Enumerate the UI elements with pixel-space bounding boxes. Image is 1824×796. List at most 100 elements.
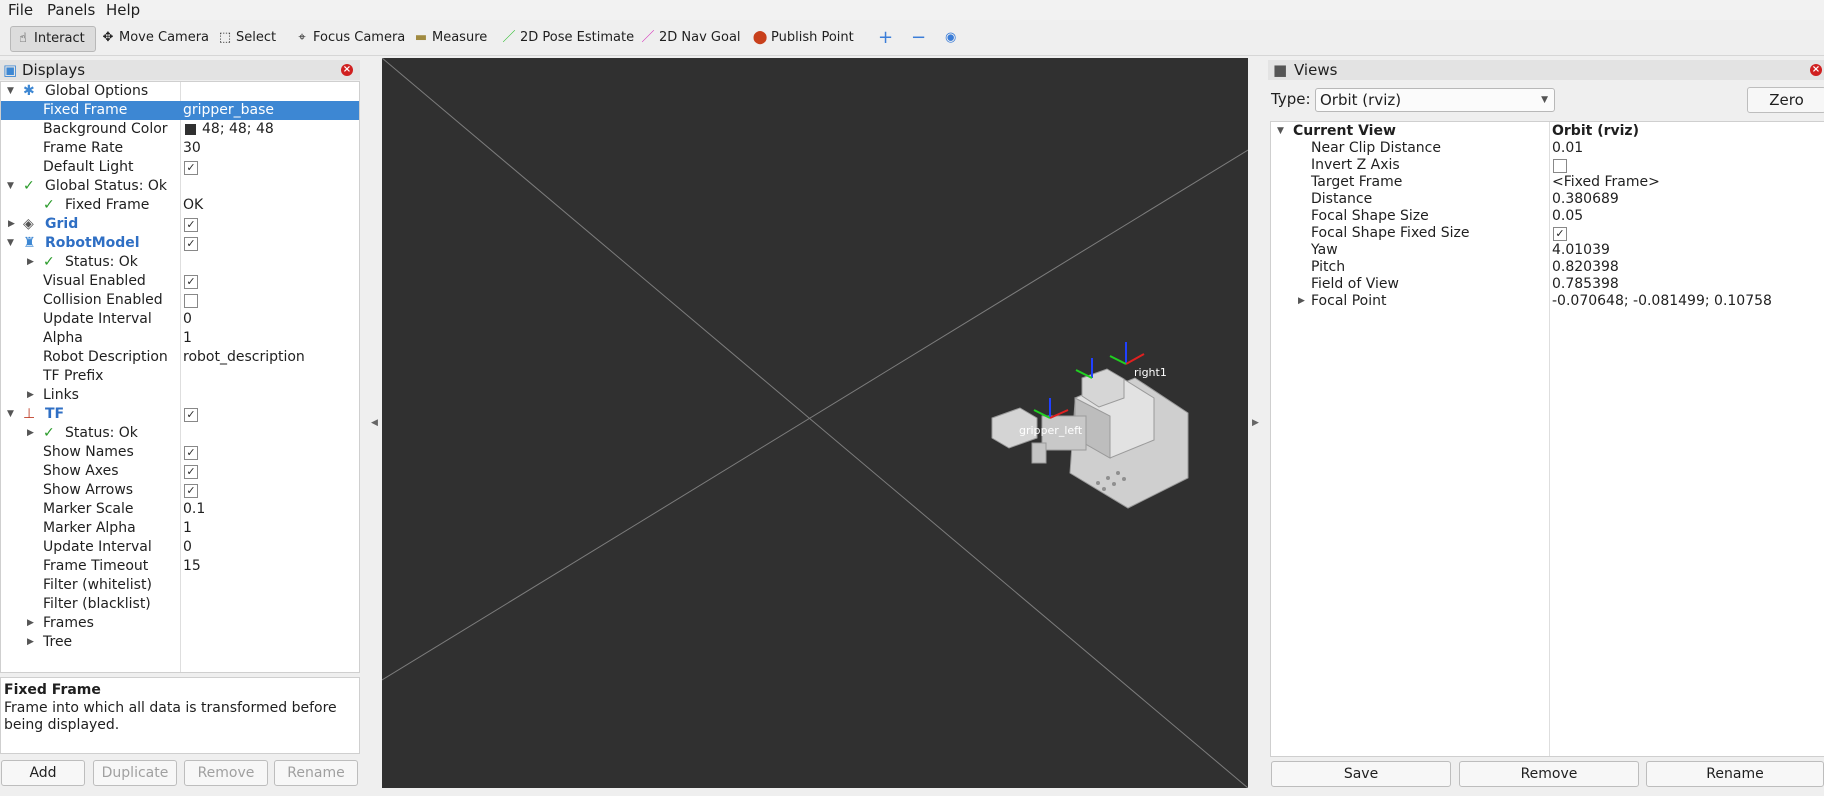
tree-row-marker-alpha[interactable]: Marker Alpha 1 — [1, 519, 359, 538]
checkbox-checked[interactable]: ✓ — [184, 218, 198, 232]
view-row-focal-shape-fixed[interactable]: Focal Shape Fixed Size ✓ — [1271, 225, 1824, 242]
view-row-distance[interactable]: Distance 0.380689 — [1271, 191, 1824, 208]
checkbox-checked[interactable]: ✓ — [184, 446, 198, 460]
chevron-down-icon[interactable]: ▼ — [7, 177, 14, 196]
tree-row-visual-enabled[interactable]: Visual Enabled ✓ — [1, 272, 359, 291]
checkbox-checked[interactable]: ✓ — [184, 484, 198, 498]
tree-row-show-arrows[interactable]: Show Arrows ✓ — [1, 481, 359, 500]
remove-view-button[interactable]: Remove — [1459, 761, 1639, 787]
chevron-down-icon[interactable]: ▼ — [7, 234, 14, 253]
menu-file[interactable]: File — [8, 1, 33, 19]
row-value[interactable]: 1 — [183, 329, 192, 348]
view-row-yaw[interactable]: Yaw 4.01039 — [1271, 242, 1824, 259]
chevron-right-icon[interactable]: ▶ — [8, 215, 15, 234]
checkbox-checked[interactable]: ✓ — [184, 275, 198, 289]
row-value[interactable]: 1 — [183, 519, 192, 538]
checkbox-unchecked[interactable] — [184, 294, 198, 308]
measure-tool[interactable]: ▬ Measure — [413, 26, 487, 50]
chevron-right-icon[interactable]: ▶ — [27, 614, 34, 633]
collapse-left-icon[interactable]: ◀ — [371, 418, 378, 428]
checkbox-unchecked[interactable] — [1553, 159, 1567, 173]
tree-row-global-options[interactable]: ▼ ✱ Global Options — [1, 82, 359, 101]
remove-tool-icon[interactable]: − — [911, 26, 926, 50]
tree-row-frames[interactable]: ▶ Frames — [1, 614, 359, 633]
menu-help[interactable]: Help — [106, 1, 140, 19]
row-value[interactable]: 0.01 — [1552, 140, 1583, 157]
remove-display-button[interactable]: Remove — [184, 760, 268, 786]
tree-row-grid[interactable]: ▶ ◈ Grid ✓ — [1, 215, 359, 234]
row-value[interactable]: 15 — [183, 557, 201, 576]
rename-display-button[interactable]: Rename — [274, 760, 358, 786]
row-value[interactable]: 4.01039 — [1552, 242, 1610, 259]
tree-row-show-names[interactable]: Show Names ✓ — [1, 443, 359, 462]
chevron-down-icon[interactable]: ▼ — [1277, 123, 1284, 140]
tree-row-tree[interactable]: ▶ Tree — [1, 633, 359, 652]
row-value[interactable]: 0.05 — [1552, 208, 1583, 225]
checkbox-checked[interactable]: ✓ — [184, 465, 198, 479]
collapse-right-icon[interactable]: ▶ — [1252, 418, 1259, 428]
rename-view-button[interactable]: Rename — [1646, 761, 1824, 787]
add-button[interactable]: Add — [1, 760, 85, 786]
row-value[interactable]: 30 — [183, 139, 201, 158]
view-row-focal-shape-size[interactable]: Focal Shape Size 0.05 — [1271, 208, 1824, 225]
view-row-invert-z[interactable]: Invert Z Axis — [1271, 157, 1824, 174]
tree-row-fixed-frame-status[interactable]: ✓ Fixed Frame OK — [1, 196, 359, 215]
nav-goal-tool[interactable]: ／ 2D Nav Goal — [640, 26, 740, 50]
checkbox-checked[interactable]: ✓ — [1553, 227, 1567, 241]
menu-panels[interactable]: Panels — [47, 1, 95, 19]
tree-row-tf-status[interactable]: ▶ ✓ Status: Ok — [1, 424, 359, 443]
publish-point-tool[interactable]: ⬤ Publish Point — [752, 26, 854, 50]
view-row-near-clip[interactable]: Near Clip Distance 0.01 — [1271, 140, 1824, 157]
tree-row-links[interactable]: ▶ Links — [1, 386, 359, 405]
tree-row-robot-status[interactable]: ▶ ✓ Status: Ok — [1, 253, 359, 272]
view-row-pitch[interactable]: Pitch 0.820398 — [1271, 259, 1824, 276]
tree-row-robot-description[interactable]: Robot Description robot_description — [1, 348, 359, 367]
view-row-focal-point[interactable]: ▶ Focal Point -0.070648; -0.081499; 0.10… — [1271, 293, 1824, 310]
row-value[interactable]: 0.785398 — [1552, 276, 1619, 293]
close-icon[interactable]: × — [341, 64, 353, 76]
chevron-right-icon[interactable]: ▶ — [27, 386, 34, 405]
tree-row-tf[interactable]: ▼ ⊥ TF ✓ — [1, 405, 359, 424]
tree-row-background-color[interactable]: Background Color 48; 48; 48 — [1, 120, 359, 139]
tree-row-default-light[interactable]: Default Light ✓ — [1, 158, 359, 177]
current-view-row[interactable]: ▼ Current View Orbit (rviz) — [1271, 123, 1824, 140]
tree-row-tf-prefix[interactable]: TF Prefix — [1, 367, 359, 386]
chevron-right-icon[interactable]: ▶ — [1298, 293, 1305, 310]
chevron-down-icon[interactable]: ▼ — [7, 82, 14, 101]
tree-row-global-status[interactable]: ▼ ✓ Global Status: Ok — [1, 177, 359, 196]
tree-row-marker-scale[interactable]: Marker Scale 0.1 — [1, 500, 359, 519]
checkbox-checked[interactable]: ✓ — [184, 408, 198, 422]
row-value[interactable]: <Fixed Frame> — [1552, 174, 1660, 191]
tree-row-frame-timeout[interactable]: Frame Timeout 15 — [1, 557, 359, 576]
eye-icon[interactable]: ◉ — [945, 26, 956, 50]
add-tool-icon[interactable]: + — [878, 26, 893, 50]
row-value[interactable]: 0 — [183, 538, 192, 557]
tree-row-collision-enabled[interactable]: Collision Enabled — [1, 291, 359, 310]
fixed-frame-value[interactable]: gripper_base — [183, 101, 274, 120]
view-type-select[interactable]: Orbit (rviz) ▼ — [1315, 88, 1555, 112]
tree-row-frame-rate[interactable]: Frame Rate 30 — [1, 139, 359, 158]
tree-row-filter-blacklist[interactable]: Filter (blacklist) — [1, 595, 359, 614]
zero-button[interactable]: Zero — [1747, 87, 1824, 113]
pose-estimate-tool[interactable]: ／ 2D Pose Estimate — [501, 26, 634, 50]
move-camera-tool[interactable]: ✥ Move Camera — [100, 26, 209, 50]
3d-viewport[interactable]: right1 gripper_left — [382, 58, 1248, 788]
duplicate-button[interactable]: Duplicate — [93, 760, 177, 786]
tree-row-update-interval[interactable]: Update Interval 0 — [1, 310, 359, 329]
tree-row-fixed-frame[interactable]: Fixed Frame gripper_base — [1, 101, 359, 120]
chevron-down-icon[interactable]: ▼ — [7, 405, 14, 424]
save-view-button[interactable]: Save — [1271, 761, 1451, 787]
close-icon[interactable]: × — [1810, 64, 1822, 76]
row-value[interactable]: -0.070648; -0.081499; 0.10758 — [1552, 293, 1772, 310]
color-swatch[interactable] — [185, 124, 196, 135]
chevron-right-icon[interactable]: ▶ — [27, 424, 34, 443]
tree-row-tf-update-interval[interactable]: Update Interval 0 — [1, 538, 359, 557]
chevron-right-icon[interactable]: ▶ — [27, 633, 34, 652]
row-value[interactable]: robot_description — [183, 348, 305, 367]
row-value[interactable]: 0 — [183, 310, 192, 329]
row-value[interactable]: 0.820398 — [1552, 259, 1619, 276]
row-value[interactable]: 0.1 — [183, 500, 205, 519]
view-row-target-frame[interactable]: Target Frame <Fixed Frame> — [1271, 174, 1824, 191]
tree-row-show-axes[interactable]: Show Axes ✓ — [1, 462, 359, 481]
tree-row-robotmodel[interactable]: ▼ ♜ RobotModel ✓ — [1, 234, 359, 253]
